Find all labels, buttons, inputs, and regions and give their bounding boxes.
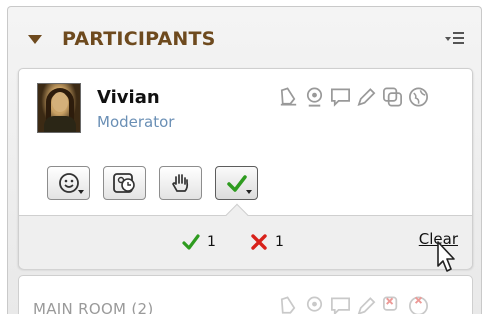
- webcam-icon: [303, 294, 326, 314]
- pencil-icon[interactable]: [355, 85, 378, 109]
- room-status-icons: [277, 294, 430, 314]
- pen-hand-icon[interactable]: [277, 85, 300, 109]
- panel-header: PARTICIPANTS: [8, 7, 481, 63]
- x-icon: [251, 234, 267, 250]
- chat-bubble-icon[interactable]: [329, 85, 352, 109]
- webcam-icon[interactable]: [303, 85, 326, 109]
- disagree-count-value: 1: [275, 234, 284, 250]
- panel-title: PARTICIPANTS: [62, 28, 216, 50]
- chat-bubble-icon: [329, 294, 352, 314]
- main-room-section[interactable]: MAIN ROOM (2): [18, 275, 473, 314]
- copy-screens-icon[interactable]: [381, 85, 404, 109]
- agree-count-value: 1: [207, 234, 216, 250]
- collapse-arrow-icon[interactable]: [28, 35, 42, 44]
- participant-card: Vivian Moderator 1 1 Clear: [18, 68, 473, 272]
- disagree-count: 1: [249, 232, 284, 252]
- mouse-pointer-icon: [437, 241, 455, 272]
- raise-hand-icon: [171, 174, 188, 192]
- pen-hand-icon: [277, 294, 300, 314]
- raise-hand-button[interactable]: [159, 166, 202, 200]
- copy-screens-icon: [381, 294, 404, 314]
- pencil-icon: [355, 294, 378, 314]
- agreement-summary: 1 1 Clear: [19, 216, 472, 272]
- room-label: MAIN ROOM (2): [33, 300, 154, 314]
- participant-status-icons: [277, 85, 430, 113]
- participant-name: Vivian: [97, 87, 160, 108]
- avatar: [37, 83, 81, 133]
- globe-icon[interactable]: [407, 85, 430, 109]
- away-button[interactable]: [103, 166, 146, 200]
- panel-menu-icon[interactable]: [445, 29, 467, 47]
- emoticon-button[interactable]: [47, 166, 90, 200]
- participants-panel: PARTICIPANTS Vivian Moderator 1 1 Clear …: [7, 6, 482, 314]
- away-clock-icon: [112, 173, 135, 193]
- participant-role: Moderator: [97, 113, 175, 131]
- participant-action-buttons: [47, 166, 258, 202]
- globe-icon: [407, 294, 430, 314]
- check-icon: [182, 234, 200, 250]
- agree-button[interactable]: [215, 166, 258, 200]
- emoticon-icon: [58, 173, 79, 193]
- agree-count: 1: [181, 232, 216, 252]
- agree-check-icon: [226, 175, 247, 192]
